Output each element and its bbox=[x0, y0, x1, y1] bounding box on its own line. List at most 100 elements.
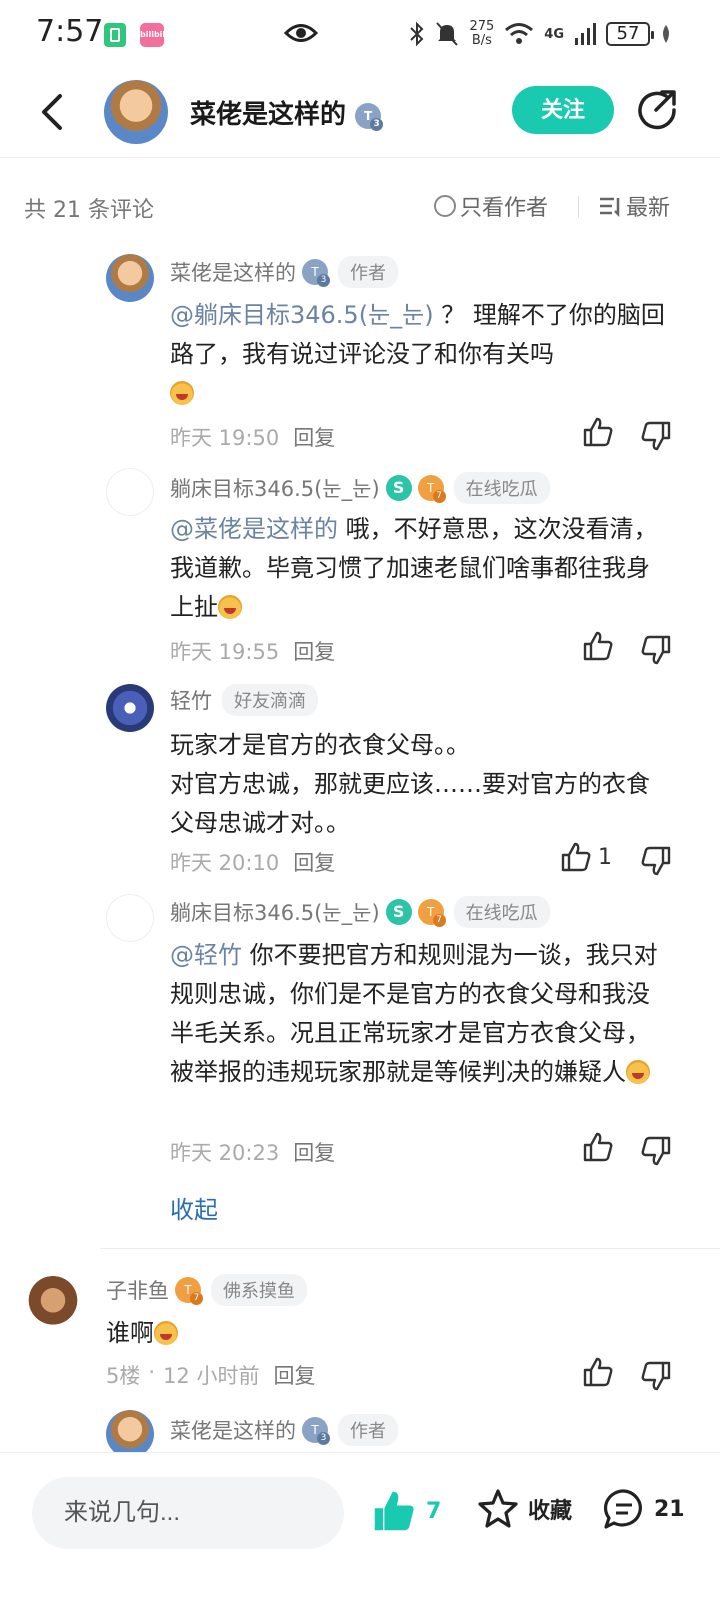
mute-bell-icon bbox=[436, 22, 459, 46]
level-badge-icon: T7 bbox=[417, 899, 446, 927]
comment-text: @菜佬是这样的 哦，不好意思，这次没看清，我道歉。毕竟习惯了加速老鼠们啥事都往我… bbox=[170, 515, 658, 621]
comment-username[interactable]: 菜佬是这样的 T3 作者 bbox=[170, 256, 398, 288]
signal-icon bbox=[575, 23, 596, 45]
speed-badge-icon: S bbox=[385, 475, 412, 501]
wifi-icon bbox=[505, 23, 534, 44]
avatar[interactable] bbox=[106, 468, 154, 516]
thumb-up-icon bbox=[583, 417, 613, 447]
comment-meta: 昨天 20:10 回复 bbox=[170, 847, 335, 877]
divider bbox=[578, 196, 579, 218]
avatar[interactable] bbox=[106, 684, 154, 732]
reply-button[interactable]: 回复 bbox=[273, 1360, 315, 1390]
grin-emoji-icon bbox=[626, 1060, 650, 1084]
collapse-link[interactable]: 收起 bbox=[170, 1190, 218, 1225]
thumb-up-icon bbox=[561, 842, 591, 872]
user-tag: 作者 bbox=[338, 1414, 398, 1446]
bilibili-app-icon: bilibili bbox=[140, 23, 168, 47]
author-avatar[interactable] bbox=[104, 80, 168, 144]
dislike-button[interactable] bbox=[640, 1135, 672, 1167]
reply-button[interactable]: 回复 bbox=[293, 422, 335, 452]
thumb-up-filled-icon bbox=[374, 1491, 414, 1531]
level-badge-icon: T7 bbox=[175, 1277, 203, 1305]
thumb-down-icon bbox=[641, 1136, 671, 1166]
only-author-toggle[interactable]: 只看作者 bbox=[434, 190, 548, 222]
speed-badge-icon: S bbox=[385, 899, 412, 925]
thumb-down-icon bbox=[641, 421, 671, 451]
sort-toggle[interactable]: 最新 bbox=[598, 190, 670, 222]
favorite-button[interactable]: 收藏 bbox=[476, 1487, 572, 1531]
like-button[interactable] bbox=[582, 416, 614, 448]
dislike-button[interactable] bbox=[640, 420, 672, 452]
comment-meta: 昨天 19:55 回复 bbox=[170, 636, 335, 666]
dislike-button[interactable] bbox=[640, 1360, 672, 1392]
user-tag: 作者 bbox=[338, 256, 398, 288]
comments-button[interactable]: 21 bbox=[602, 1487, 685, 1531]
sort-icon bbox=[600, 197, 620, 217]
status-time: 7:57 bbox=[36, 14, 104, 49]
thumb-up-icon bbox=[583, 1357, 613, 1387]
user-tag: 在线吃瓜 bbox=[453, 896, 550, 928]
avatar[interactable] bbox=[106, 254, 154, 302]
mention-link[interactable]: @菜佬是这样的 bbox=[170, 515, 338, 543]
reply-button[interactable]: 回复 bbox=[293, 636, 335, 666]
hourglass-app-icon bbox=[104, 23, 126, 47]
comment-username[interactable]: 菜佬是这样的 T3 作者 bbox=[170, 1414, 398, 1446]
author-name[interactable]: 菜佬是这样的 T3 bbox=[190, 94, 384, 131]
thumb-up-icon bbox=[583, 1132, 613, 1162]
like-button[interactable] bbox=[582, 1356, 614, 1388]
comment-text: 谁啊 bbox=[106, 1314, 606, 1353]
share-icon[interactable] bbox=[636, 88, 678, 130]
follow-button[interactable]: 关注 bbox=[512, 86, 614, 134]
comment-text: @躺床目标346.5(눈_눈) ？ 理解不了你的脑回路了，我有说过评论没了和你有… bbox=[170, 296, 670, 413]
user-tag: 在线吃瓜 bbox=[453, 472, 550, 504]
avatar[interactable] bbox=[106, 1410, 154, 1458]
mention-link[interactable]: @躺床目标346.5(눈_눈) bbox=[170, 301, 434, 329]
battery-indicator: 57 bbox=[606, 22, 654, 46]
star-icon bbox=[478, 1489, 518, 1528]
comment-bubble-icon bbox=[604, 1489, 642, 1529]
comment-username[interactable]: 躺床目标346.5(눈_눈) S T7 在线吃瓜 bbox=[170, 472, 550, 504]
level-badge-icon: T3 bbox=[355, 102, 384, 131]
comment-text: @轻竹 你不要把官方和规则混为一谈，我只对规则忠诚，你们是不是官方的衣食父母和我… bbox=[170, 941, 658, 1086]
thumb-down-icon bbox=[641, 635, 671, 665]
leaf-icon bbox=[663, 25, 669, 43]
avatar[interactable] bbox=[106, 894, 154, 942]
eye-icon bbox=[284, 24, 318, 42]
comment-meta: 昨天 19:50 回复 bbox=[170, 422, 335, 452]
reply-button[interactable]: 回复 bbox=[293, 1137, 335, 1167]
comment-text: 玩家才是官方的衣食父母。。 对官方忠诚，那就更应该……要对官方的衣食父母忠诚才对。… bbox=[170, 731, 650, 837]
dislike-button[interactable] bbox=[640, 634, 672, 666]
comment-username[interactable]: 子非鱼 T7 佛系摸鱼 bbox=[106, 1274, 307, 1306]
smirk-emoji-icon bbox=[154, 1321, 178, 1345]
divider bbox=[100, 1248, 720, 1249]
comment-count: 共 21 条评论 bbox=[24, 198, 154, 223]
net-speed: 275 B/s bbox=[469, 19, 495, 48]
thumb-down-icon bbox=[641, 1361, 671, 1391]
comment-username[interactable]: 躺床目标346.5(눈_눈) S T7 在线吃瓜 bbox=[170, 896, 550, 928]
mention-link[interactable]: @轻竹 bbox=[170, 941, 242, 969]
thumb-up-icon bbox=[583, 631, 613, 661]
user-tag: 好友滴滴 bbox=[222, 684, 318, 716]
reply-button[interactable]: 回复 bbox=[293, 847, 335, 877]
bluetooth-icon bbox=[410, 21, 424, 47]
avatar[interactable] bbox=[26, 1276, 80, 1330]
level-badge-icon: T3 bbox=[302, 1417, 330, 1445]
crying-emoji-icon bbox=[170, 381, 194, 405]
comment-meta: 5楼 · 12 小时前 回复 bbox=[106, 1360, 316, 1390]
post-like-button[interactable]: 7 bbox=[372, 1489, 441, 1533]
comment-meta: 昨天 20:23 回复 bbox=[170, 1137, 335, 1167]
level-badge-icon: T3 bbox=[302, 259, 330, 287]
radio-icon bbox=[434, 195, 456, 217]
bottom-bar: 来说几句... 7 收藏 21 bbox=[0, 1452, 720, 1600]
back-arrow-icon[interactable] bbox=[38, 92, 66, 132]
thumb-down-icon bbox=[641, 846, 671, 876]
comment-username[interactable]: 轻竹 好友滴滴 bbox=[170, 684, 318, 716]
like-button[interactable] bbox=[582, 1131, 614, 1163]
like-count: 1 bbox=[598, 844, 612, 870]
network-type: 4G bbox=[544, 26, 564, 42]
dislike-button[interactable] bbox=[640, 845, 672, 877]
grin-emoji-icon bbox=[218, 595, 242, 619]
like-button[interactable]: 1 bbox=[560, 841, 612, 873]
like-button[interactable] bbox=[582, 630, 614, 662]
comment-input[interactable]: 来说几句... bbox=[32, 1477, 344, 1549]
